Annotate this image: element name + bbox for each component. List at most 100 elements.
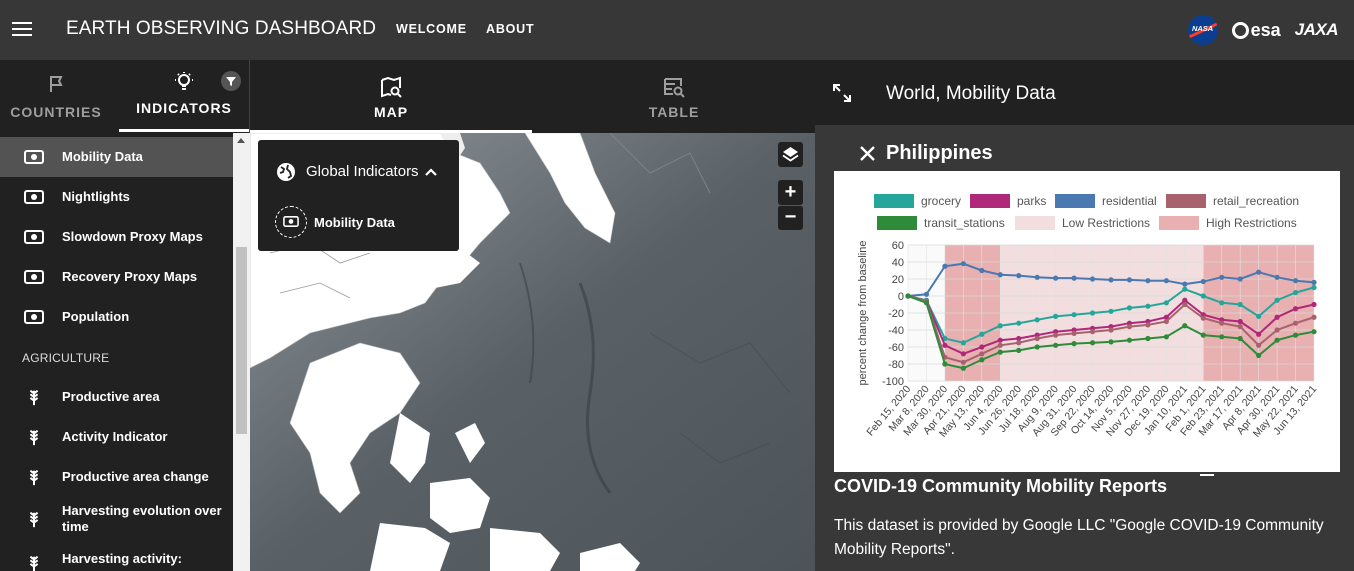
- data-point-grocery: [1200, 293, 1206, 299]
- data-point-residential: [942, 263, 948, 269]
- legend-label: Low Restrictions: [1062, 216, 1150, 230]
- globe-icon: [277, 163, 295, 181]
- data-point-retail_recreation: [1292, 320, 1299, 326]
- nav-about[interactable]: ABOUT: [486, 22, 534, 36]
- dataset-description: This dataset is provided by Google LLC "…: [834, 517, 1324, 558]
- data-point-parks: [1274, 314, 1280, 320]
- data-point-transit_stations: [942, 361, 948, 367]
- eye-icon: [24, 150, 44, 164]
- data-point-parks: [960, 351, 966, 357]
- data-point-grocery: [1163, 300, 1169, 306]
- data-point-transit_stations: [1089, 340, 1096, 346]
- close-icon[interactable]: [859, 145, 876, 162]
- indicator-population[interactable]: Population: [0, 297, 233, 337]
- mobility-chart[interactable]: 60 40 20 0 -20 -40 -60 -80 -100 Feb 15, 2020 Mar 8…: [834, 171, 1340, 472]
- zoom-out-button[interactable]: −: [778, 205, 803, 230]
- data-point-grocery: [1182, 286, 1188, 292]
- y-tick-label: -60: [888, 342, 904, 354]
- data-point-grocery: [1089, 310, 1096, 316]
- legend-swatch: [970, 194, 1010, 208]
- country-title: Philippines: [886, 142, 993, 164]
- data-point-transit_stations: [1237, 335, 1243, 342]
- data-point-grocery: [979, 331, 985, 337]
- esa-logo[interactable]: esa: [1231, 20, 1281, 41]
- resize-handle[interactable]: [1200, 474, 1214, 476]
- zoom-in-button[interactable]: +: [778, 180, 803, 205]
- indicator-mobility-data[interactable]: Mobility Data: [0, 137, 233, 177]
- expand-icon[interactable]: [832, 83, 852, 103]
- data-point-grocery: [1274, 297, 1280, 303]
- data-point-grocery: [1016, 320, 1022, 326]
- nav-welcome[interactable]: WELCOME: [396, 22, 467, 36]
- data-point-transit_stations: [1034, 344, 1040, 350]
- data-point-transit_stations: [1016, 347, 1022, 353]
- indicator-label: Population: [62, 309, 130, 324]
- indicator-productive-area[interactable]: Productive area: [0, 377, 233, 417]
- data-point-transit_stations: [979, 357, 985, 363]
- data-point-retail_recreation: [1126, 324, 1133, 330]
- y-tick-label: 60: [892, 240, 904, 252]
- y-tick-label: 0: [898, 291, 904, 303]
- indicator-harvesting-evolution[interactable]: Harvesting evolution over time: [0, 499, 233, 539]
- indicator-harvesting-activity[interactable]: Harvesting activity:: [0, 543, 233, 571]
- data-point-parks: [1292, 306, 1299, 312]
- legend-label: grocery: [921, 194, 961, 208]
- eye-icon: [24, 310, 44, 324]
- sidebar-scroll-thumb[interactable]: [236, 247, 247, 434]
- layers-icon: [782, 147, 799, 162]
- y-tick-label: 40: [892, 257, 904, 269]
- legend-label: residential: [1102, 194, 1157, 208]
- data-point-transit_stations: [923, 300, 930, 306]
- data-point-grocery: [1071, 312, 1077, 318]
- data-point-retail_recreation: [960, 359, 966, 365]
- data-point-residential: [1292, 278, 1299, 284]
- jaxa-logo[interactable]: JAXA: [1295, 20, 1339, 40]
- filter-icon[interactable]: [221, 71, 241, 91]
- indicator-nightlights[interactable]: Nightlights: [0, 177, 233, 217]
- mobility-data-marker[interactable]: [275, 206, 307, 238]
- data-point-retail_recreation: [1274, 327, 1280, 333]
- indicator-label: Harvesting activity:: [62, 551, 182, 566]
- data-point-grocery: [1237, 301, 1243, 308]
- tab-table-label: TABLE: [648, 104, 700, 120]
- data-point-grocery: [1108, 308, 1114, 314]
- global-indicator-item[interactable]: Mobility Data: [314, 215, 395, 230]
- indicator-recovery-proxy-maps[interactable]: Recovery Proxy Maps: [0, 257, 233, 297]
- data-point-residential: [997, 272, 1003, 278]
- data-point-retail_recreation: [1071, 330, 1077, 336]
- data-point-residential: [1126, 277, 1133, 283]
- indicator-label: Mobility Data: [62, 149, 143, 164]
- data-point-residential: [1274, 274, 1280, 280]
- indicator-activity-indicator[interactable]: Activity Indicator: [0, 417, 233, 457]
- tab-map-label: MAP: [373, 104, 409, 120]
- data-point-transit_stations: [1108, 339, 1114, 345]
- tab-table[interactable]: TABLE: [533, 60, 815, 133]
- chevron-up-icon[interactable]: [425, 167, 437, 177]
- eye-icon: [24, 230, 44, 244]
- data-point-residential: [1219, 274, 1225, 280]
- tab-map[interactable]: MAP: [250, 60, 532, 133]
- data-point-retail_recreation: [1145, 322, 1151, 328]
- indicator-slowdown-proxy-maps[interactable]: Slowdown Proxy Maps: [0, 217, 233, 257]
- scroll-up-arrow-icon[interactable]: [237, 138, 245, 143]
- partner-logos: NASA esa JAXA: [1187, 12, 1339, 48]
- y-tick-label: -80: [888, 359, 904, 371]
- data-point-transit_stations: [1274, 337, 1280, 343]
- menu-icon[interactable]: [12, 21, 32, 37]
- data-point-transit_stations: [1292, 332, 1299, 338]
- data-point-retail_recreation: [979, 351, 985, 357]
- nasa-logo[interactable]: NASA: [1187, 15, 1218, 45]
- data-point-residential: [979, 267, 985, 274]
- top-bar: EARTH OBSERVING DASHBOARD WELCOME ABOUT …: [0, 0, 1354, 60]
- data-point-grocery: [1219, 300, 1225, 306]
- tab-countries[interactable]: COUNTRIES: [0, 60, 112, 133]
- data-point-transit_stations: [1163, 334, 1169, 340]
- tab-indicator-underline: [119, 129, 249, 132]
- indicator-productive-area-change[interactable]: Productive area change: [0, 457, 233, 497]
- global-indicators-toggle[interactable]: Global Indicators: [306, 163, 419, 180]
- data-point-transit_stations: [960, 365, 966, 371]
- legend-swatch: [1159, 216, 1199, 230]
- wheat-icon: [29, 469, 39, 486]
- layers-button[interactable]: [778, 142, 803, 167]
- data-point-grocery: [1311, 284, 1317, 291]
